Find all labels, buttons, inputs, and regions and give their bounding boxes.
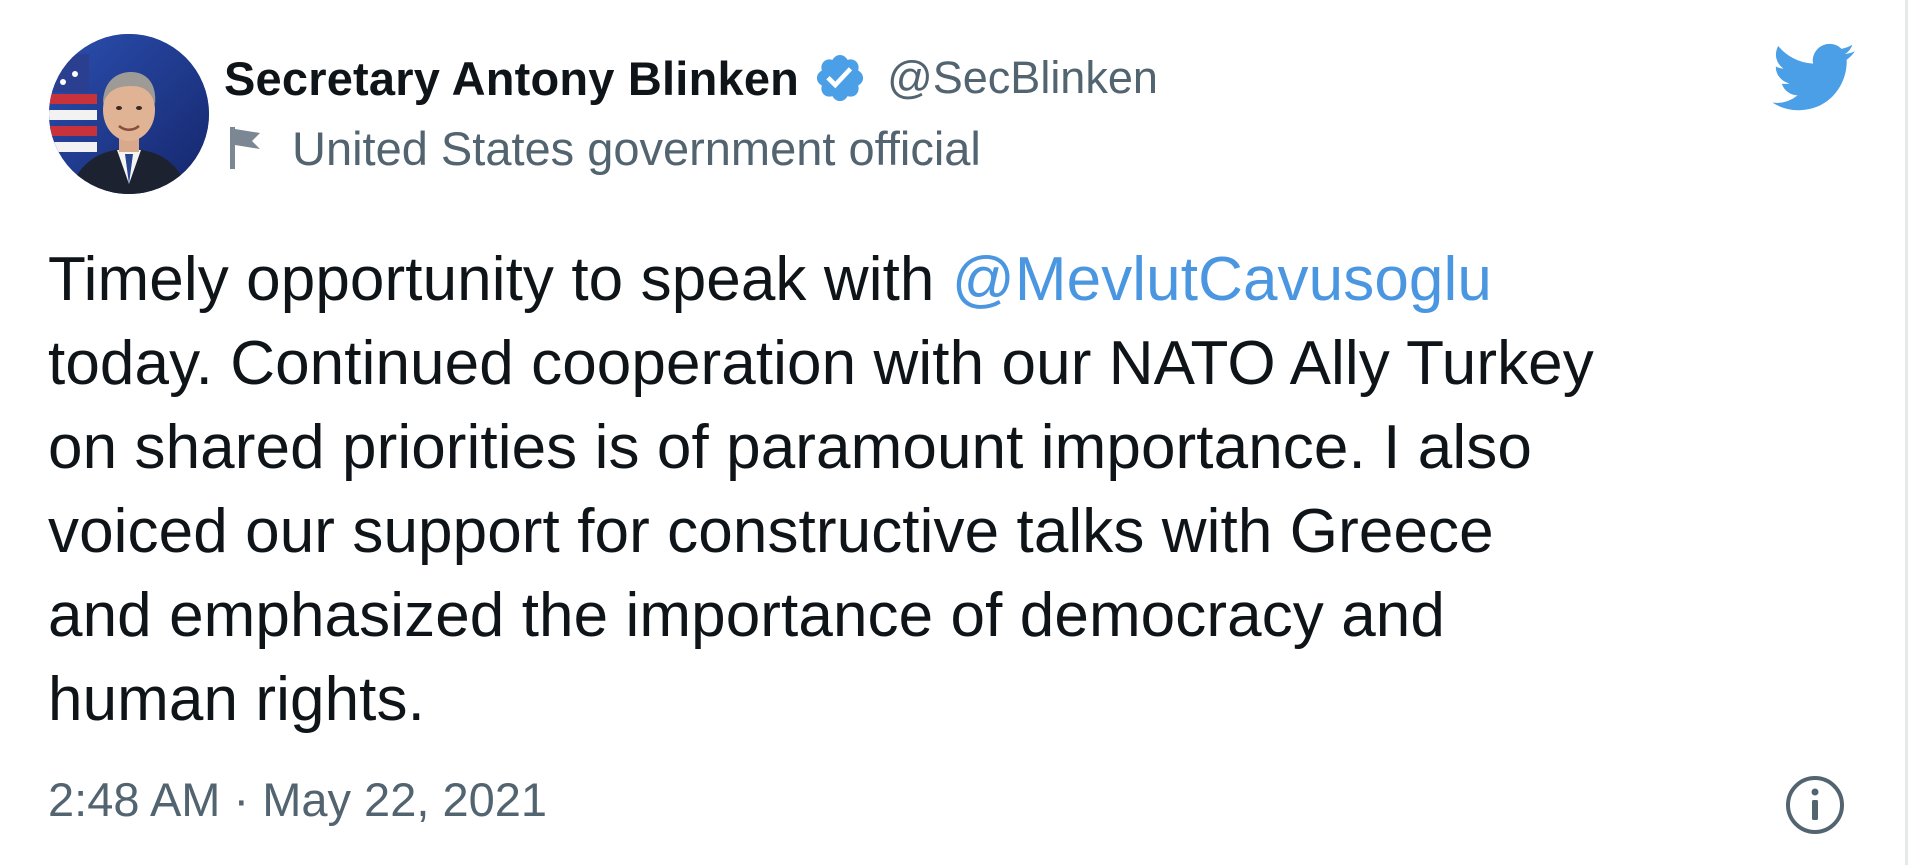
author-header: Secretary Antony Blinken @SecBlinken — [224, 46, 1158, 110]
info-icon[interactable] — [1784, 774, 1846, 836]
avatar-photo — [49, 34, 209, 194]
tweet-line-text: Timely opportunity to speak with — [48, 245, 952, 314]
avatar[interactable] — [49, 34, 209, 194]
tweet-line: human rights. — [48, 665, 425, 734]
tweet-text: Timely opportunity to speak with @Mevlut… — [48, 238, 1878, 742]
flag-icon — [226, 123, 266, 173]
display-name[interactable]: Secretary Antony Blinken — [224, 51, 799, 106]
author-handle[interactable]: @SecBlinken — [887, 52, 1158, 104]
twitter-bird-icon[interactable] — [1772, 42, 1856, 114]
tweet-line: and emphasized the importance of democra… — [48, 581, 1445, 650]
tweet-line: Timely opportunity to speak with @Mevlut… — [48, 238, 1878, 322]
government-label: United States government official — [292, 121, 981, 175]
tweet-card: Secretary Antony Blinken @SecBlinken Uni… — [0, 0, 1908, 865]
tweet-line: today. Continued cooperation with our NA… — [48, 329, 1594, 398]
mention-link[interactable]: @MevlutCavusoglu — [952, 245, 1492, 314]
tweet-timestamp[interactable]: 2:48 AM · May 22, 2021 — [48, 772, 547, 827]
tweet-line: on shared priorities is of paramount imp… — [48, 413, 1532, 482]
verified-badge-icon — [813, 51, 867, 105]
tweet-line: voiced our support for constructive talk… — [48, 497, 1494, 566]
author-label-row: United States government official — [226, 116, 981, 180]
